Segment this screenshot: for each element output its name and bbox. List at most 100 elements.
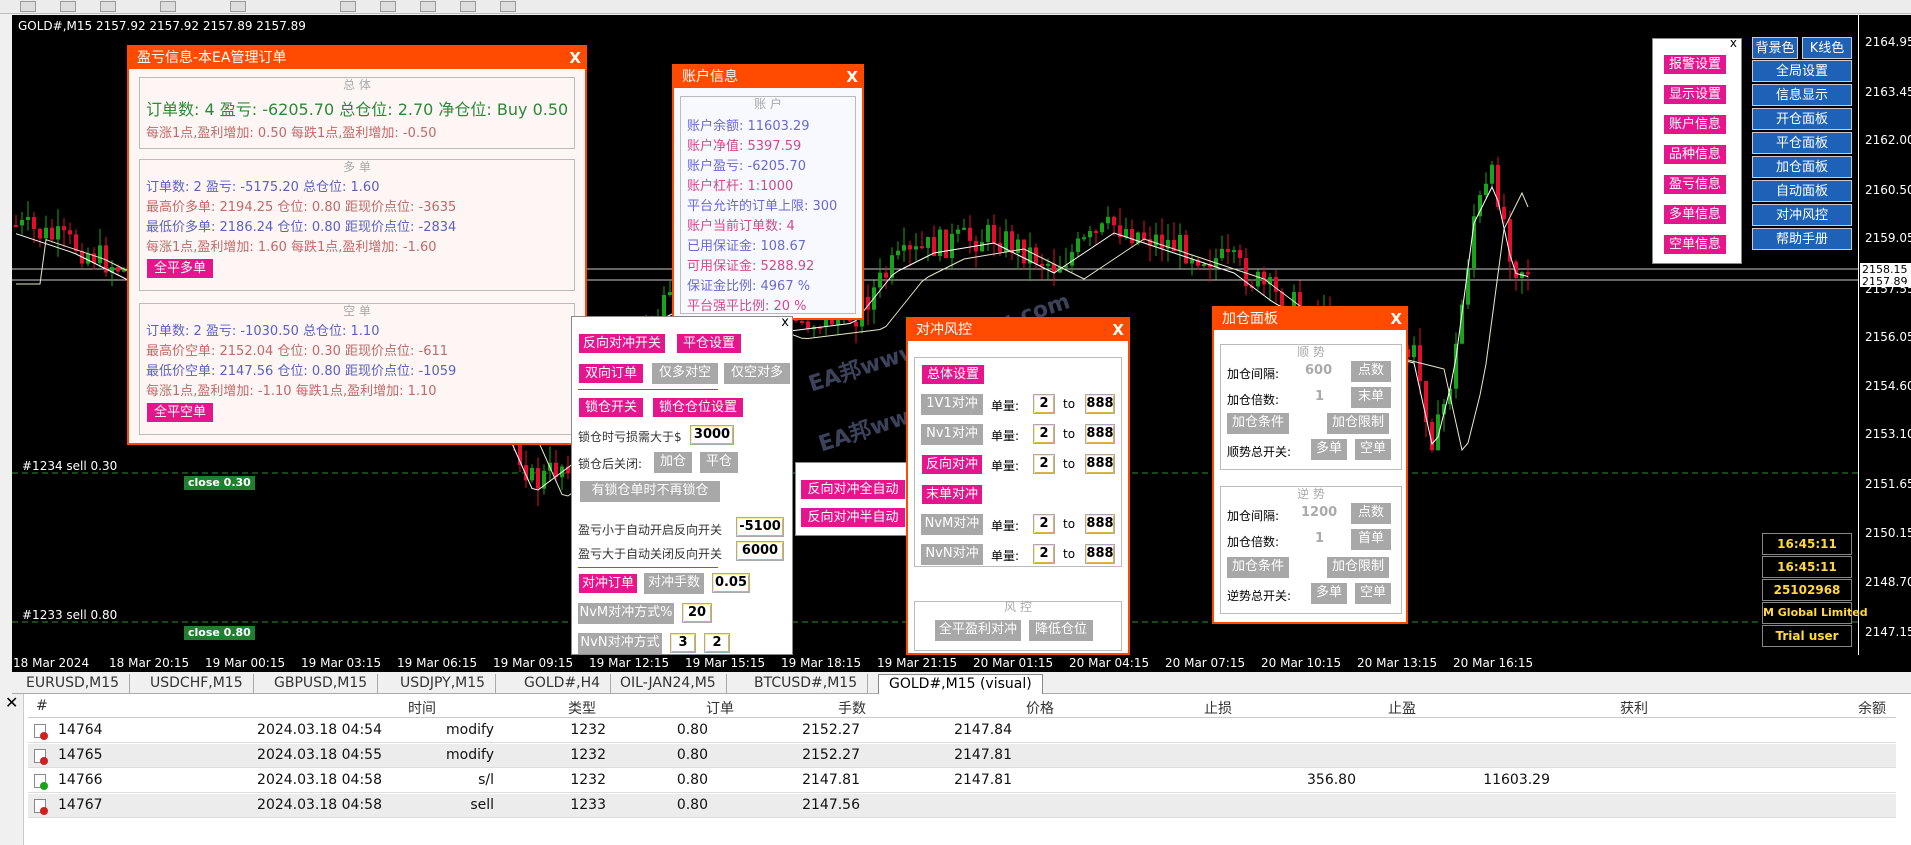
reduce-position-button[interactable]: 降低仓位 — [1029, 620, 1093, 641]
lot-max-input[interactable]: 888 — [1085, 514, 1115, 534]
add-limit-button[interactable]: 加仓限制 — [1327, 557, 1389, 578]
close-order-button[interactable]: close 0.80 — [184, 626, 255, 640]
display-settings-button[interactable]: 显示设置 — [1663, 84, 1727, 105]
multiplier-value[interactable]: 1 — [1315, 531, 1324, 546]
auto-close-input[interactable]: 6000 — [736, 541, 784, 561]
lot-min-input[interactable]: 2 — [1033, 394, 1055, 414]
no-relock-button[interactable]: 有锁仓单时不再锁仓 — [580, 481, 720, 502]
col-type[interactable]: 类型 — [568, 698, 596, 718]
alert-settings-button[interactable]: 报警设置 — [1663, 54, 1727, 75]
hedge-total-settings-button[interactable]: 总体设置 — [921, 364, 985, 385]
close-icon[interactable]: x — [781, 315, 789, 330]
lock-loss-input[interactable]: 3000 — [690, 425, 734, 445]
lock-switch-button[interactable]: 锁仓开关 — [578, 397, 644, 418]
hedge-nvn-button[interactable]: NvN对冲 — [921, 544, 983, 565]
close-settings-button[interactable]: 平仓设置 — [676, 333, 742, 354]
info-display-button[interactable]: 信息显示 — [1752, 84, 1852, 106]
toolbar-button[interactable] — [20, 1, 36, 12]
add-limit-button[interactable]: 加仓限制 — [1327, 413, 1389, 434]
first-order-button[interactable]: 首单 — [1351, 529, 1391, 550]
close-profit-hedge-button[interactable]: 全平盈利对冲 — [935, 620, 1021, 641]
lot-min-input[interactable]: 2 — [1033, 544, 1055, 564]
after-lock-add-button[interactable]: 加仓 — [654, 452, 692, 473]
multiplier-value[interactable]: 1 — [1315, 389, 1324, 404]
reverse-full-auto-button[interactable]: 反向对冲全自动 — [800, 479, 906, 500]
toolbar-button[interactable] — [380, 1, 396, 12]
col-order[interactable]: 订单 — [706, 698, 734, 718]
col-id[interactable]: # — [36, 698, 48, 714]
nvm-input[interactable]: 20 — [682, 603, 712, 623]
lock-lot-settings-button[interactable]: 锁仓仓位设置 — [652, 397, 744, 418]
lot-min-input[interactable]: 2 — [1033, 454, 1055, 474]
tab-gold-visual[interactable]: GOLD#,M15 (visual) — [878, 674, 1043, 694]
short-info-button[interactable]: 空单信息 — [1663, 234, 1727, 255]
col-tp[interactable]: 止盈 — [1388, 698, 1416, 718]
help-manual-button[interactable]: 帮助手册 — [1752, 228, 1852, 250]
long-only-hedge-button[interactable]: 仅多对空 — [652, 363, 718, 384]
short-only-hedge-button[interactable]: 仅空对多 — [724, 363, 790, 384]
col-profit[interactable]: 获利 — [1620, 698, 1648, 718]
hedge-order-button[interactable]: 对冲订单 — [578, 573, 638, 594]
lot-max-input[interactable]: 888 — [1085, 394, 1115, 414]
tab-oil[interactable]: OIL-JAN24,M5 — [610, 674, 727, 694]
toolbar-button[interactable] — [500, 1, 516, 12]
auto-open-input[interactable]: -5100 — [736, 517, 784, 537]
hedge-lot-input[interactable]: 0.05 — [712, 573, 750, 593]
tab-gbpusd[interactable]: GBPUSD,M15 — [264, 674, 379, 694]
toolbar-button[interactable] — [160, 1, 176, 12]
toolbar-button[interactable] — [100, 1, 116, 12]
col-price[interactable]: 价格 — [1026, 698, 1054, 718]
close-order-button[interactable]: close 0.30 — [184, 476, 255, 490]
tab-eurusd[interactable]: EURUSD,M15 — [16, 674, 131, 694]
close-icon[interactable]: X — [1112, 319, 1124, 341]
nvn-input-1[interactable]: 3 — [670, 633, 696, 653]
hedge-last-order-button[interactable]: 末单对冲 — [921, 484, 983, 505]
two-way-order-button[interactable]: 双向订单 — [578, 363, 644, 384]
nvn-mode-button[interactable]: NvN对冲方式 — [578, 633, 662, 654]
lot-max-input[interactable]: 888 — [1085, 454, 1115, 474]
tab-btcusd[interactable]: BTCUSD#,M15 — [744, 674, 869, 694]
hedge-lot-button[interactable]: 对冲手数 — [644, 573, 704, 594]
account-info-button[interactable]: 账户信息 — [1663, 114, 1727, 135]
background-color-button[interactable]: 背景色 — [1752, 37, 1798, 59]
table-row[interactable]: 14765 2024.03.18 04:55 modify 1232 0.80 2152.… — [28, 744, 1896, 768]
hedge-nv1-button[interactable]: Nv1对冲 — [921, 424, 983, 445]
interval-value[interactable]: 600 — [1305, 363, 1332, 378]
add-panel-button[interactable]: 加仓面板 — [1752, 156, 1852, 178]
table-row[interactable]: 14767 2024.03.18 04:58 sell 1233 0.80 2147.56 — [28, 794, 1896, 818]
add-condition-button[interactable]: 加仓条件 — [1227, 557, 1289, 578]
symbol-info-button[interactable]: 品种信息 — [1663, 144, 1727, 165]
tab-usdchf[interactable]: USDCHF,M15 — [140, 674, 254, 694]
global-settings-button[interactable]: 全局设置 — [1752, 60, 1852, 82]
add-condition-button[interactable]: 加仓条件 — [1227, 413, 1289, 434]
interval-value[interactable]: 1200 — [1301, 505, 1337, 520]
counter-long-button[interactable]: 多单 — [1311, 583, 1347, 604]
close-icon[interactable]: X — [1390, 308, 1402, 330]
toolbar-button[interactable] — [340, 1, 356, 12]
close-icon[interactable]: X — [569, 47, 581, 69]
long-info-button[interactable]: 多单信息 — [1663, 204, 1727, 225]
nvm-mode-button[interactable]: NvM对冲方式% — [578, 603, 674, 624]
lot-max-input[interactable]: 888 — [1085, 544, 1115, 564]
nvn-input-2[interactable]: 2 — [704, 633, 730, 653]
close-panel-button[interactable]: 平仓面板 — [1752, 132, 1852, 154]
tab-usdjpy[interactable]: USDJPY,M15 — [390, 674, 497, 694]
auto-panel-button[interactable]: 自动面板 — [1752, 180, 1852, 202]
hedge-nvm-button[interactable]: NvM对冲 — [921, 514, 983, 535]
toolbar-button[interactable] — [460, 1, 476, 12]
points-button[interactable]: 点数 — [1351, 361, 1391, 382]
trend-short-button[interactable]: 空单 — [1355, 439, 1391, 460]
points-button[interactable]: 点数 — [1351, 503, 1391, 524]
close-icon[interactable]: x — [1730, 36, 1737, 50]
close-all-short-button[interactable]: 全平空单 — [146, 402, 214, 423]
col-sl[interactable]: 止损 — [1204, 698, 1232, 718]
hedge-1v1-button[interactable]: 1V1对冲 — [921, 394, 983, 415]
profit-info-button[interactable]: 盈亏信息 — [1663, 174, 1727, 195]
toolbar-button[interactable] — [60, 1, 76, 12]
reverse-hedge-switch[interactable]: 反向对冲开关 — [578, 333, 666, 354]
col-balance[interactable]: 余额 — [1858, 698, 1886, 718]
last-order-button[interactable]: 末单 — [1351, 387, 1391, 408]
lot-max-input[interactable]: 888 — [1085, 424, 1115, 444]
candle-color-button[interactable]: K线色 — [1802, 37, 1852, 59]
hedge-risk-button[interactable]: 对冲风控 — [1752, 204, 1852, 226]
